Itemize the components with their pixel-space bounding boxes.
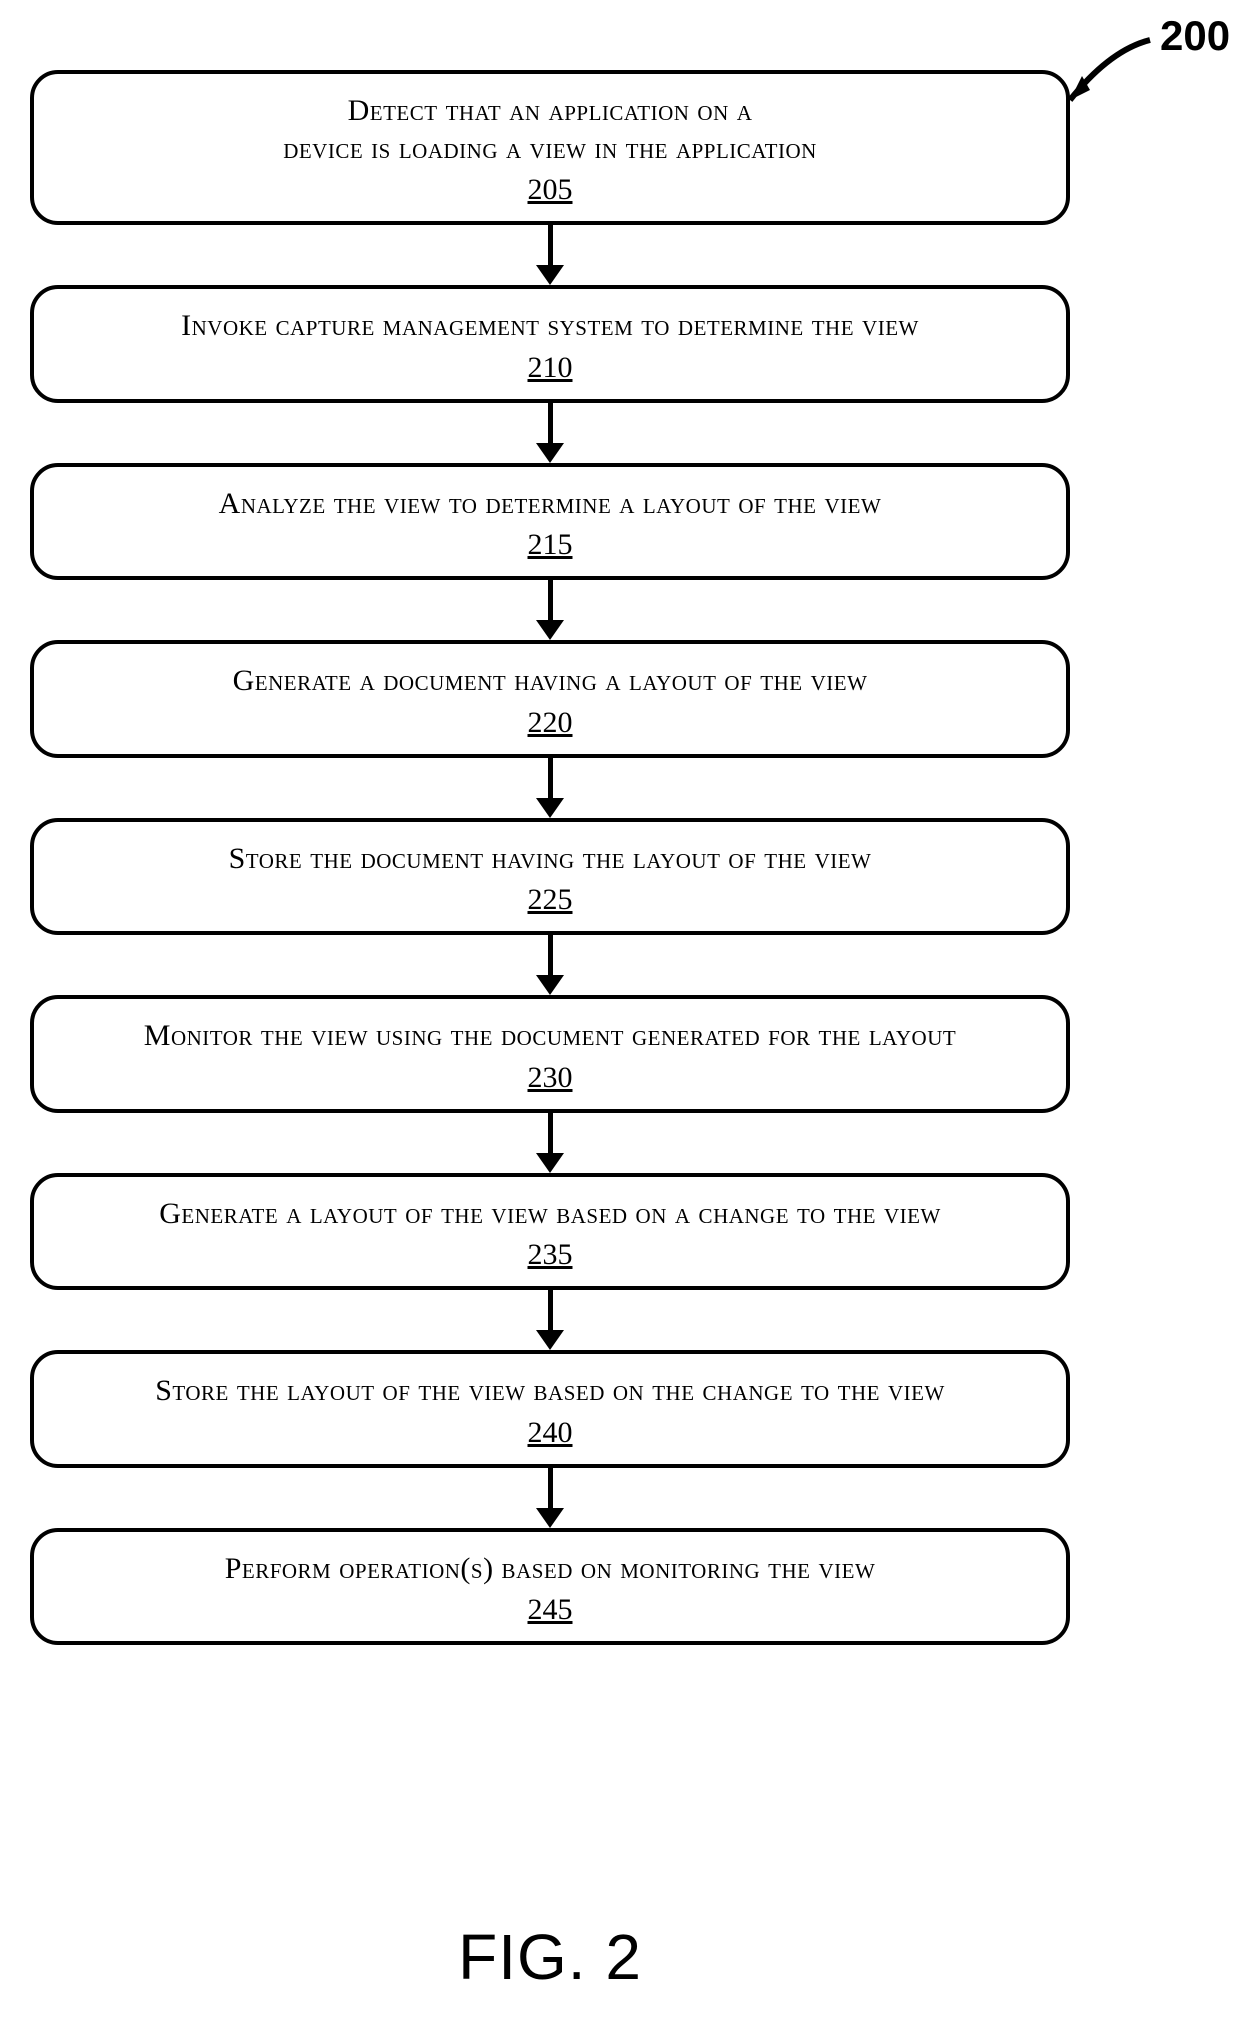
step-number: 205 [64, 173, 1036, 207]
step-text: Store the layout of the view based on th… [64, 1372, 1036, 1410]
figure-caption: FIG. 2 [0, 1920, 1100, 1994]
step-number: 215 [64, 528, 1036, 562]
step-220: Generate a document having a layout of t… [30, 640, 1070, 758]
arrow-down-icon [536, 1113, 564, 1173]
arrow-down-icon [536, 1290, 564, 1350]
figure-reference-number: 200 [1160, 12, 1230, 60]
step-number: 245 [64, 1593, 1036, 1627]
arrow-down-icon [536, 225, 564, 285]
step-text: Perform operation(s) based on monitoring… [64, 1550, 1036, 1588]
step-number: 230 [64, 1061, 1036, 1095]
step-number: 220 [64, 706, 1036, 740]
step-number: 240 [64, 1416, 1036, 1450]
step-text: Invoke capture management system to dete… [64, 307, 1036, 345]
step-230: Monitor the view using the document gene… [30, 995, 1070, 1113]
arrow-down-icon [536, 403, 564, 463]
step-number: 210 [64, 351, 1036, 385]
flowchart-canvas: 200 Detect that an application on adevic… [0, 0, 1240, 2034]
step-text: Monitor the view using the document gene… [64, 1017, 1036, 1055]
step-210: Invoke capture management system to dete… [30, 285, 1070, 403]
step-245: Perform operation(s) based on monitoring… [30, 1528, 1070, 1646]
flowchart-column: Detect that an application on adevice is… [30, 70, 1070, 1645]
step-text: Analyze the view to determine a layout o… [64, 485, 1036, 523]
step-text: Store the document having the layout of … [64, 840, 1036, 878]
step-text: Generate a layout of the view based on a… [64, 1195, 1036, 1233]
arrow-down-icon [536, 1468, 564, 1528]
step-205: Detect that an application on adevice is… [30, 70, 1070, 225]
step-text: Detect that an application on adevice is… [64, 92, 1036, 167]
step-215: Analyze the view to determine a layout o… [30, 463, 1070, 581]
step-text: Generate a document having a layout of t… [64, 662, 1036, 700]
step-number: 235 [64, 1238, 1036, 1272]
step-225: Store the document having the layout of … [30, 818, 1070, 936]
step-240: Store the layout of the view based on th… [30, 1350, 1070, 1468]
arrow-down-icon [536, 758, 564, 818]
arrow-down-icon [536, 580, 564, 640]
step-number: 225 [64, 883, 1036, 917]
step-235: Generate a layout of the view based on a… [30, 1173, 1070, 1291]
arrow-down-icon [536, 935, 564, 995]
